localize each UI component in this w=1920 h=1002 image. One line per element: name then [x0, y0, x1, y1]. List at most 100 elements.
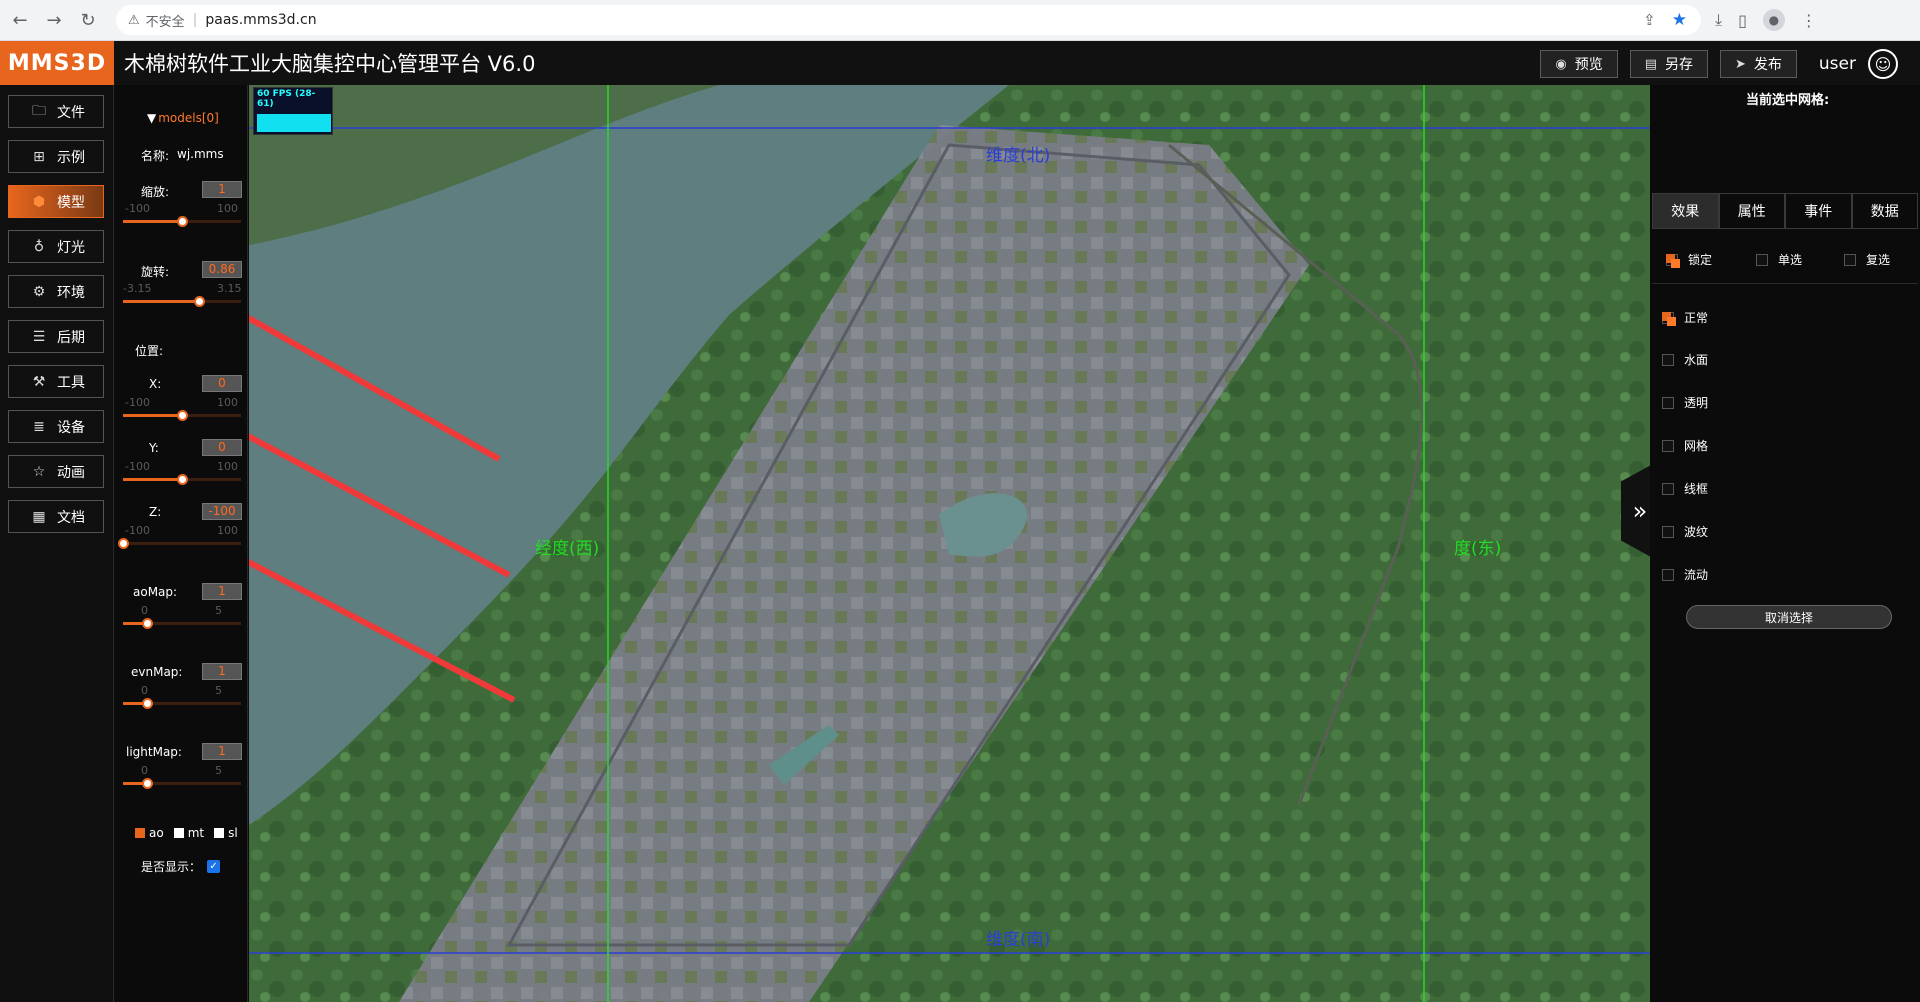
- reload-icon[interactable]: ↻: [74, 6, 102, 34]
- multi-select-checkbox[interactable]: [1844, 253, 1856, 266]
- gear-icon: ⚙: [32, 283, 46, 300]
- ao-label: ao: [149, 826, 164, 840]
- lightmap-label: lightMap:: [126, 745, 182, 759]
- user-name[interactable]: user: [1819, 54, 1856, 74]
- map-viewport[interactable]: 60 FPS (28-61) 维度(北) 维度(南) 经度(西) 度(东): [249, 85, 1650, 1002]
- tab-effect[interactable]: 效果: [1652, 193, 1719, 229]
- profile-icon[interactable]: ●: [1762, 9, 1785, 31]
- effect-wireframe[interactable]: 线框: [1662, 480, 1708, 497]
- tab-data[interactable]: 数据: [1851, 193, 1918, 229]
- west-label: 经度(西): [535, 539, 600, 559]
- effect-transparent[interactable]: 透明: [1662, 394, 1708, 411]
- scale-max: 100: [217, 202, 238, 215]
- channel-toggles: ao mt sl: [135, 826, 238, 840]
- multi-select-option[interactable]: 复选: [1844, 251, 1890, 268]
- rotation-input[interactable]: 0.86: [202, 261, 242, 278]
- tab-properties[interactable]: 属性: [1718, 193, 1785, 229]
- nav-item-examples[interactable]: ⊞ 示例: [8, 140, 104, 173]
- rotation-slider[interactable]: [123, 296, 241, 307]
- models-tree-header[interactable]: ▼ models[0]: [147, 111, 219, 125]
- download-icon[interactable]: ⤓: [1715, 10, 1722, 30]
- envmap-input[interactable]: 1: [202, 663, 242, 680]
- nav-item-file[interactable]: 🗀 文件: [8, 95, 104, 128]
- show-checkbox[interactable]: ✓: [207, 860, 221, 873]
- y-input[interactable]: 0: [202, 439, 242, 456]
- mt-toggle[interactable]: [173, 828, 184, 838]
- effect-label: 流动: [1684, 568, 1709, 582]
- nav-item-label: 环境: [57, 284, 85, 301]
- nav-item-label: 模型: [57, 194, 85, 211]
- share-icon[interactable]: ⇪: [1643, 11, 1656, 29]
- effect-grid[interactable]: 网格: [1662, 437, 1708, 454]
- effect-flow-checkbox[interactable]: [1662, 568, 1674, 581]
- preview-button[interactable]: ◉ 预览: [1540, 50, 1618, 78]
- nav-item-model[interactable]: ⬢ 模型: [8, 185, 104, 218]
- single-select-checkbox[interactable]: [1756, 253, 1768, 266]
- single-select-option[interactable]: 单选: [1756, 251, 1802, 268]
- nav-item-label: 工具: [57, 374, 85, 391]
- user-avatar-icon[interactable]: ☺: [1868, 49, 1898, 79]
- brand-logo: MMS3D: [0, 41, 114, 85]
- lightmap-slider[interactable]: [123, 778, 241, 789]
- tab-events[interactable]: 事件: [1785, 193, 1852, 229]
- model-properties-panel: ▼ models[0] 名称: wj.mms 缩放: 1 -100 100 旋转:…: [115, 85, 248, 1002]
- nav-item-light[interactable]: ♁ 灯光: [8, 230, 104, 263]
- x-slider[interactable]: [123, 410, 241, 421]
- back-icon[interactable]: ←: [6, 6, 34, 34]
- nav-item-postprocess[interactable]: ☰ 后期: [8, 320, 104, 353]
- effect-transparent-checkbox[interactable]: [1662, 396, 1674, 409]
- effect-water-checkbox[interactable]: [1662, 353, 1674, 366]
- models-tree-label: models[0]: [158, 111, 219, 125]
- south-label: 维度(南): [986, 930, 1051, 950]
- lock-checkbox[interactable]: [1666, 253, 1680, 268]
- lock-option[interactable]: 锁定: [1666, 251, 1712, 268]
- effect-normal[interactable]: 正常: [1662, 309, 1708, 326]
- effect-label: 正常: [1684, 311, 1709, 325]
- forward-icon[interactable]: →: [40, 6, 68, 34]
- publish-button[interactable]: ➤ 发布: [1720, 50, 1797, 78]
- effect-normal-checkbox[interactable]: [1662, 311, 1676, 326]
- envmap-slider[interactable]: [123, 698, 241, 709]
- z-slider[interactable]: [118, 538, 241, 549]
- effect-label: 水面: [1684, 353, 1709, 367]
- saveas-button[interactable]: ▤ 另存: [1629, 50, 1708, 78]
- preview-label: 预览: [1574, 57, 1603, 73]
- cancel-selection-button[interactable]: 取消选择: [1686, 605, 1892, 629]
- scale-slider[interactable]: [123, 216, 241, 227]
- visibility-row: 是否显示： ✓: [141, 858, 221, 875]
- aomap-slider[interactable]: [123, 618, 241, 629]
- ao-toggle[interactable]: [135, 828, 145, 838]
- nav-item-label: 灯光: [57, 239, 85, 256]
- effect-water[interactable]: 水面: [1662, 351, 1708, 368]
- scale-input[interactable]: 1: [202, 181, 242, 198]
- z-max: 100: [217, 524, 238, 537]
- bulb-icon: ♁: [33, 238, 45, 255]
- sl-toggle[interactable]: [214, 828, 225, 838]
- effect-ripple-checkbox[interactable]: [1662, 525, 1674, 538]
- effect-grid-checkbox[interactable]: [1662, 439, 1674, 452]
- effect-ripple[interactable]: 波纹: [1662, 523, 1708, 540]
- y-slider[interactable]: [123, 474, 241, 485]
- sidepanel-icon[interactable]: ▯: [1738, 11, 1747, 30]
- z-input[interactable]: -100: [202, 503, 242, 520]
- effect-flow[interactable]: 流动: [1662, 566, 1708, 583]
- nav-item-environment[interactable]: ⚙ 环境: [8, 275, 104, 308]
- x-input[interactable]: 0: [202, 375, 242, 392]
- nav-item-docs[interactable]: ▦ 文档: [8, 500, 104, 533]
- nav-item-animation[interactable]: ☆ 动画: [8, 455, 104, 488]
- aomap-input[interactable]: 1: [202, 583, 242, 600]
- bookmark-star-icon[interactable]: ★: [1672, 10, 1687, 30]
- nav-item-tools[interactable]: ⚒ 工具: [8, 365, 104, 398]
- rotation-max: 3.15: [217, 282, 242, 295]
- fps-text: 60 FPS (28-61): [257, 89, 316, 109]
- lightmap-input[interactable]: 1: [202, 743, 242, 760]
- folder-icon: 🗀: [32, 102, 46, 119]
- position-label: 位置:: [135, 344, 164, 358]
- address-bar[interactable]: ⚠ 不安全 | paas.mms3d.cn ⇪ ★: [116, 5, 1701, 35]
- saveas-label: 另存: [1665, 57, 1693, 73]
- nav-item-devices[interactable]: ≣ 设备: [8, 410, 104, 443]
- menu-icon[interactable]: ⋮: [1801, 11, 1817, 30]
- mesh-tabs: 效果 属性 事件 数据: [1652, 193, 1918, 229]
- effect-wireframe-checkbox[interactable]: [1662, 482, 1674, 495]
- save-icon: ▤: [1644, 56, 1657, 72]
